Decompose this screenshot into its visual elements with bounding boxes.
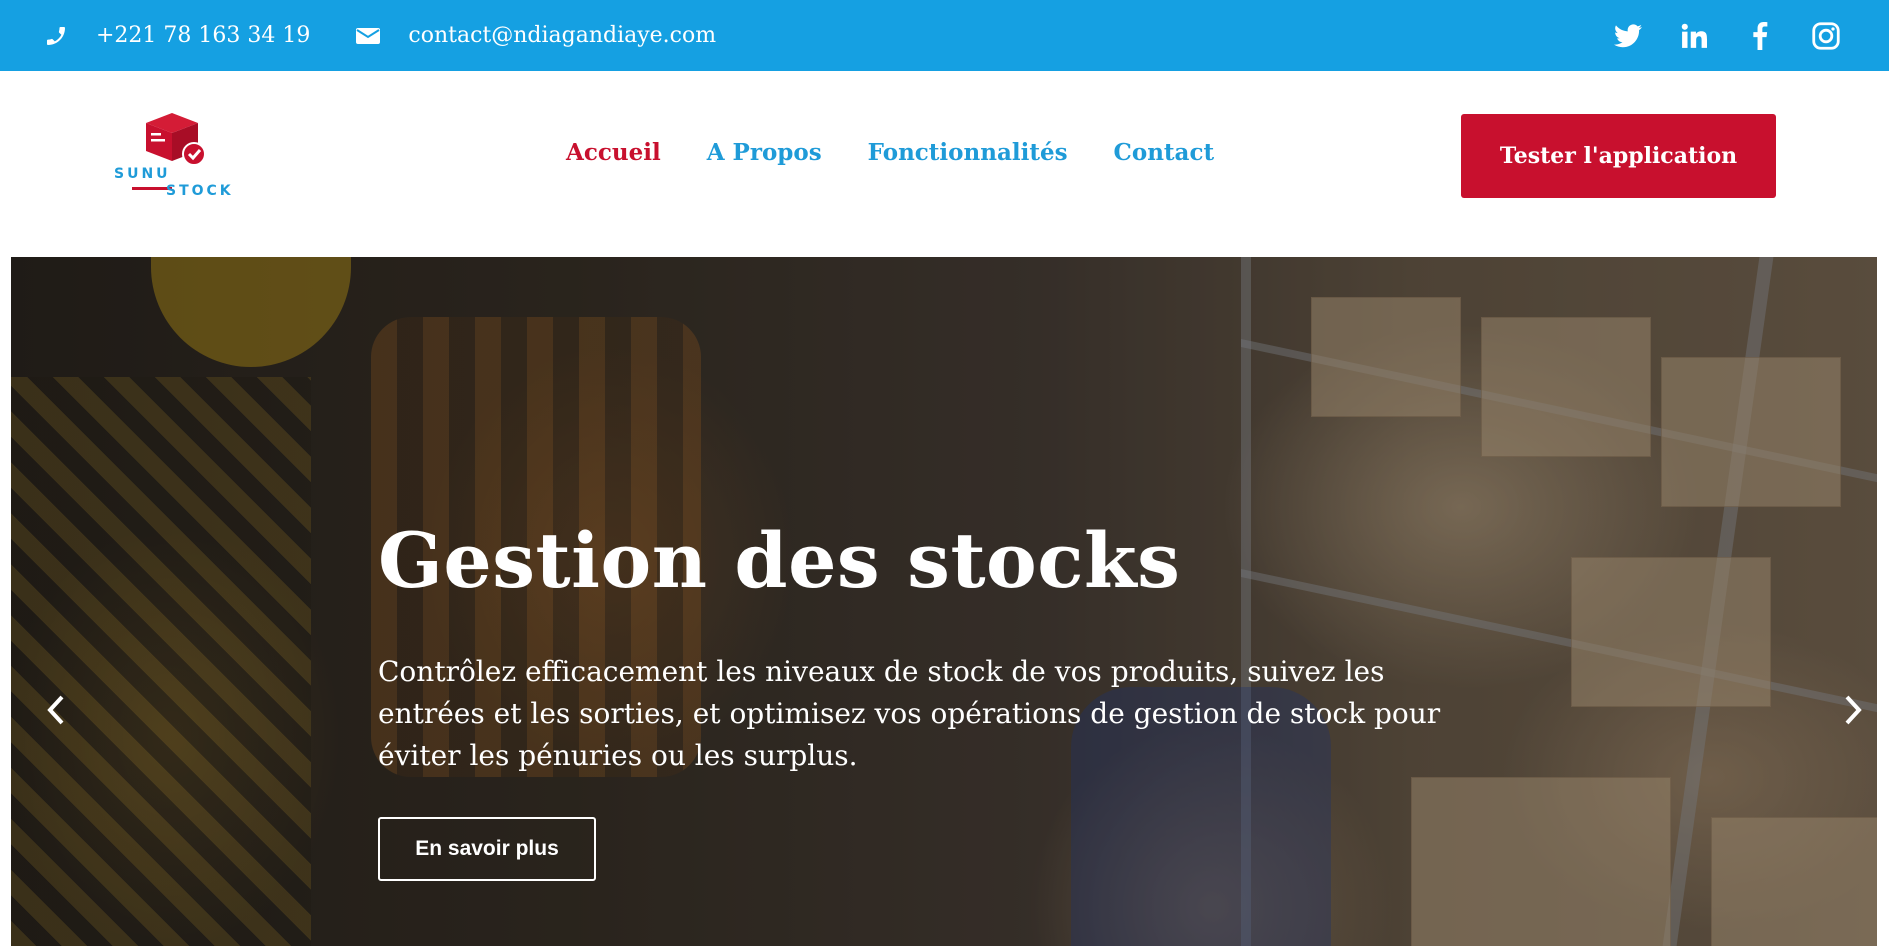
phone-icon [42, 22, 70, 50]
linkedin-icon[interactable] [1679, 21, 1709, 51]
chevron-left-icon [47, 695, 64, 725]
chevron-right-icon [1845, 695, 1862, 725]
instagram-icon[interactable] [1811, 21, 1841, 51]
cardboard-box [1311, 297, 1461, 417]
hero-carousel: Gestion des stocks Contrôlez efficacemen… [11, 257, 1877, 946]
carousel-prev-button[interactable] [36, 685, 76, 735]
cardboard-box [1571, 557, 1771, 707]
plaid-shirt-shape [11, 377, 311, 946]
nav-item-fonctionnalites[interactable]: Fonctionnalités [868, 139, 1068, 166]
learn-more-button[interactable]: En savoir plus [378, 817, 596, 881]
nav-item-accueil[interactable]: Accueil [566, 139, 661, 166]
cardboard-box [1711, 817, 1877, 946]
email-address: contact@ndiagandiaye.com [408, 23, 717, 48]
hero-title: Gestion des stocks [378, 516, 1181, 605]
site-header: SUNU STOCK Accueil A Propos Fonctionnali… [0, 71, 1889, 257]
phone-number: +221 78 163 34 19 [96, 23, 311, 48]
logo-word-sunu: SUNU [114, 166, 171, 182]
twitter-icon[interactable] [1613, 21, 1643, 51]
sunu-stock-logo[interactable]: SUNU STOCK [110, 111, 240, 201]
hero-description: Contrôlez efficacement les niveaux de st… [378, 655, 1441, 772]
top-contact-bar: +221 78 163 34 19 contact@ndiagandiaye.c… [0, 0, 1889, 71]
envelope-icon [354, 22, 382, 50]
social-links [1613, 21, 1847, 51]
carousel-next-button[interactable] [1833, 685, 1873, 735]
hard-hat-shape [151, 257, 351, 367]
nav-item-a-propos[interactable]: A Propos [707, 139, 822, 166]
facebook-icon[interactable] [1745, 21, 1775, 51]
main-nav: Accueil A Propos Fonctionnalités Contact [566, 139, 1214, 166]
hero-content: Gestion des stocks Contrôlez efficacemen… [378, 523, 1508, 881]
cardboard-box [1481, 317, 1651, 457]
try-app-button[interactable]: Tester l'application [1461, 114, 1776, 198]
nav-item-contact[interactable]: Contact [1114, 139, 1215, 166]
phone-contact[interactable]: +221 78 163 34 19 [42, 22, 310, 50]
email-contact[interactable]: contact@ndiagandiaye.com [354, 22, 716, 50]
logo-word-stock: STOCK [166, 183, 234, 199]
cardboard-box [1661, 357, 1841, 507]
